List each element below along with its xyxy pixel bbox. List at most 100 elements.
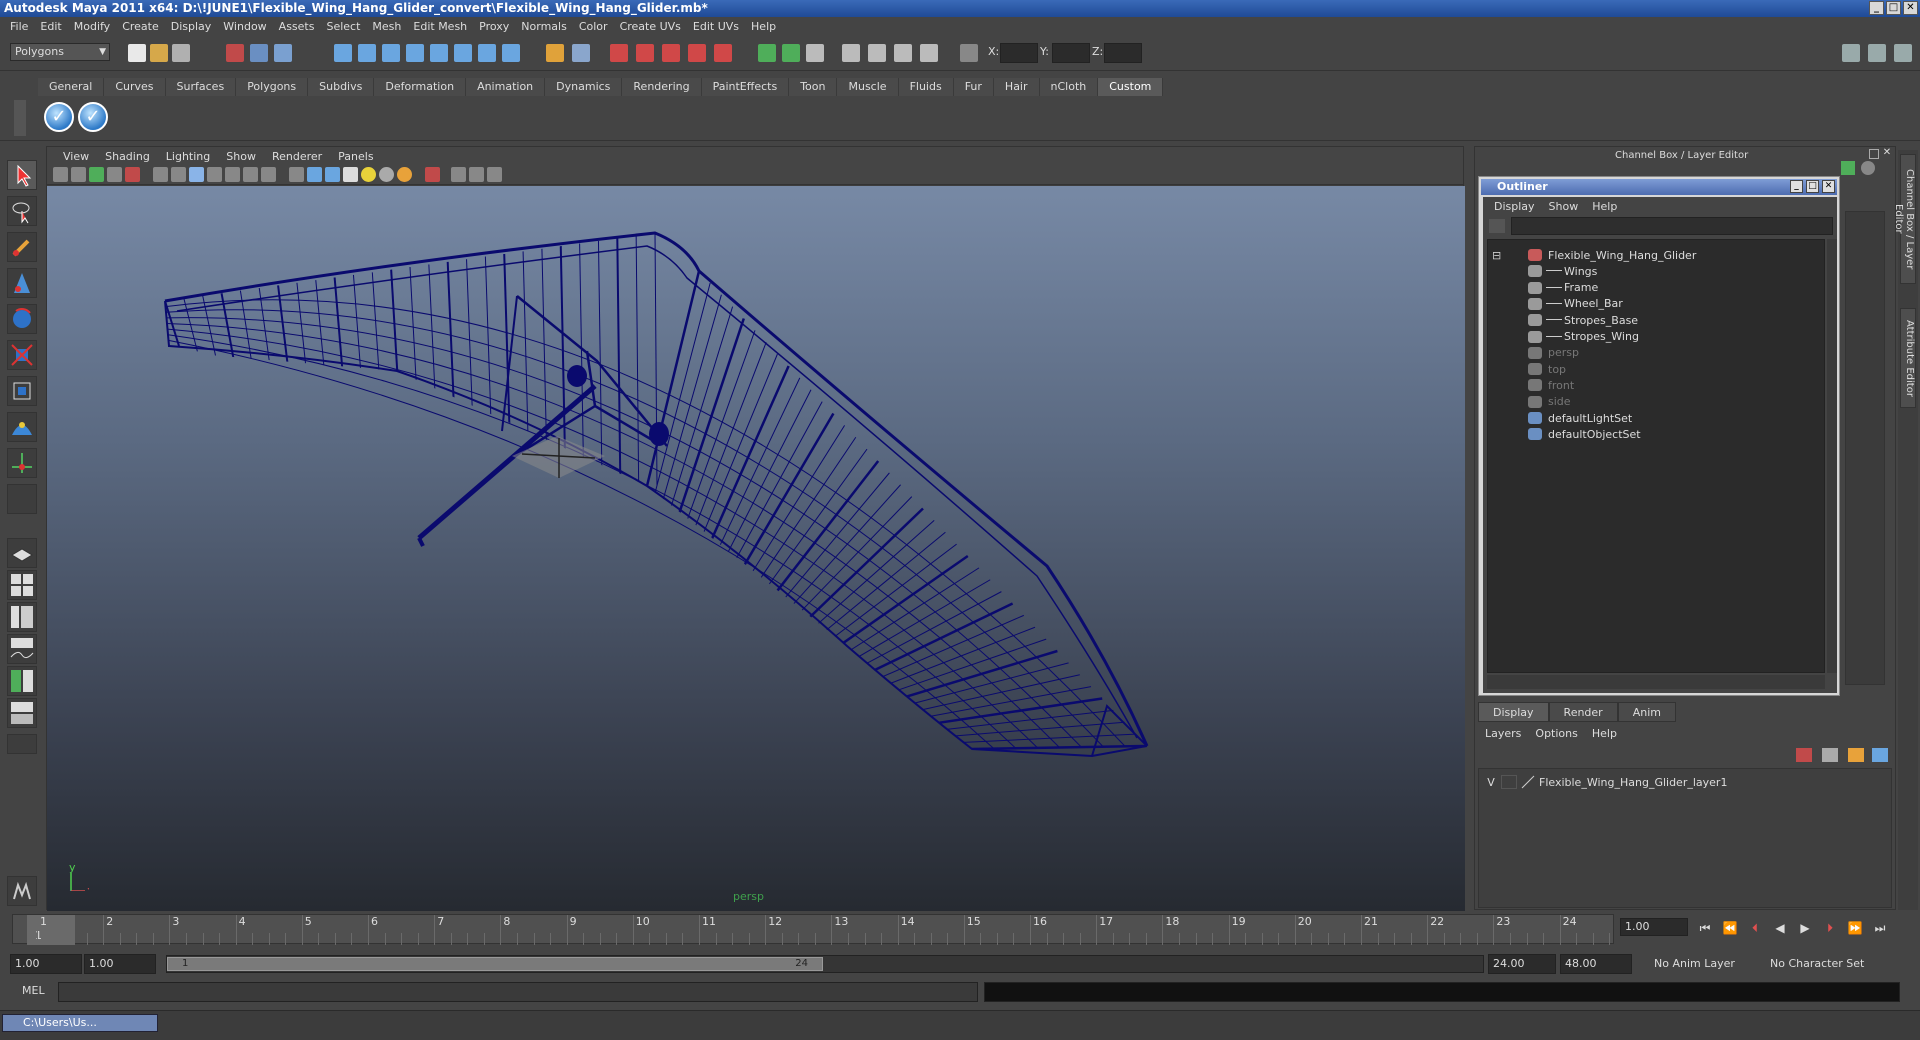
select-tool-icon[interactable] bbox=[7, 160, 37, 190]
outliner-item[interactable]: front bbox=[1488, 376, 1824, 394]
outliner-item[interactable]: side bbox=[1488, 393, 1824, 411]
go-to-end-button[interactable]: ⏭ bbox=[1869, 918, 1891, 938]
x-field[interactable] bbox=[1000, 43, 1038, 63]
layer-menu-layers[interactable]: Layers bbox=[1478, 727, 1528, 740]
use-all-lights-icon[interactable] bbox=[361, 167, 376, 182]
image-plane-icon[interactable] bbox=[107, 167, 122, 182]
isolate-select-icon[interactable] bbox=[425, 167, 440, 182]
minimized-window-item[interactable]: C:\Users\Us... bbox=[2, 1014, 158, 1032]
film-gate-icon[interactable] bbox=[171, 167, 186, 182]
go-to-start-button[interactable]: ⏮ bbox=[1694, 918, 1716, 938]
outliner-vertical-scrollbar[interactable] bbox=[1827, 239, 1837, 673]
shelf-tab-deformation[interactable]: Deformation bbox=[374, 78, 467, 96]
shelf-tab-ncloth[interactable]: nCloth bbox=[1039, 78, 1099, 96]
relationship-editor-icon[interactable] bbox=[894, 44, 912, 62]
command-input[interactable] bbox=[58, 982, 978, 1002]
shelf-tab-curves[interactable]: Curves bbox=[104, 78, 166, 96]
outliner-item[interactable]: Wings bbox=[1488, 262, 1824, 280]
menu-proxy[interactable]: Proxy bbox=[473, 20, 515, 33]
new-layer-icon[interactable] bbox=[1822, 748, 1838, 762]
show-manipulator-tool-icon[interactable] bbox=[7, 448, 37, 478]
gate-mask-icon[interactable] bbox=[207, 167, 222, 182]
shelf-tab-fluids[interactable]: Fluids bbox=[898, 78, 954, 96]
end-time-field[interactable]: 48.00 bbox=[1560, 954, 1632, 974]
outliner-item[interactable]: top bbox=[1488, 360, 1824, 378]
viewport-menu-view[interactable]: View bbox=[55, 150, 97, 163]
last-tool-used-icon[interactable] bbox=[7, 484, 37, 514]
perspective-viewport[interactable]: y x z persp bbox=[47, 186, 1465, 911]
two-d-pan-zoom-icon[interactable] bbox=[125, 167, 140, 182]
render-current-frame-icon[interactable] bbox=[636, 44, 654, 62]
close-button[interactable]: ✕ bbox=[1903, 1, 1918, 15]
shelf-tab-animation[interactable]: Animation bbox=[466, 78, 546, 96]
outliner-item[interactable]: Stropes_Base bbox=[1488, 311, 1824, 329]
minimize-button[interactable]: _ bbox=[1790, 180, 1803, 193]
safe-action-icon[interactable] bbox=[243, 167, 258, 182]
playback-start-field[interactable]: 1.00 bbox=[84, 954, 156, 974]
menu-edit-mesh[interactable]: Edit Mesh bbox=[407, 20, 473, 33]
outliner-item[interactable]: ⊟ Flexible_Wing_Hang_Glider bbox=[1488, 246, 1824, 264]
menu-display[interactable]: Display bbox=[165, 20, 218, 33]
persp-outliner-layout-icon[interactable] bbox=[7, 602, 37, 632]
outliner-horizontal-scrollbar[interactable] bbox=[1487, 675, 1825, 689]
step-forward-key-button[interactable]: ⏩ bbox=[1844, 918, 1866, 938]
safe-title-icon[interactable] bbox=[261, 167, 276, 182]
step-back-key-button[interactable]: ⏪ bbox=[1719, 918, 1741, 938]
layer-menu-options[interactable]: Options bbox=[1528, 727, 1584, 740]
layer-type-toggle[interactable] bbox=[1501, 775, 1517, 789]
shelf-tab-polygons[interactable]: Polygons bbox=[236, 78, 309, 96]
menu-mesh[interactable]: Mesh bbox=[366, 20, 407, 33]
viewport-menu-show[interactable]: Show bbox=[218, 150, 264, 163]
range-slider[interactable]: 1 24 bbox=[166, 955, 1484, 973]
create-layer-icon[interactable] bbox=[1796, 748, 1812, 762]
shelf-tab-fur[interactable]: Fur bbox=[953, 78, 994, 96]
tool-settings-toggle-icon[interactable] bbox=[1868, 44, 1886, 62]
maximize-button[interactable]: □ bbox=[1886, 1, 1901, 15]
collapse-toggle-icon[interactable]: ⊟ bbox=[1492, 249, 1501, 262]
snap-point-icon[interactable] bbox=[382, 44, 400, 62]
render-settings-icon[interactable] bbox=[688, 44, 706, 62]
rotate-tool-icon[interactable] bbox=[7, 304, 37, 334]
snap-surface-icon[interactable] bbox=[478, 44, 496, 62]
channel-box-icon[interactable] bbox=[1861, 161, 1875, 175]
xray-icon[interactable] bbox=[451, 167, 466, 182]
shelf-tab-dynamics[interactable]: Dynamics bbox=[545, 78, 623, 96]
outliner-item[interactable]: defaultLightSet bbox=[1488, 409, 1824, 427]
shelf-tab-subdivs[interactable]: Subdivs bbox=[308, 78, 375, 96]
shelf-tab-surfaces[interactable]: Surfaces bbox=[165, 78, 237, 96]
layer-color-swatch[interactable] bbox=[1521, 775, 1537, 789]
ipr-render-icon[interactable] bbox=[662, 44, 680, 62]
current-frame-field[interactable]: 1.00 bbox=[1620, 918, 1688, 936]
shelf-tab-custom[interactable]: Custom bbox=[1098, 78, 1164, 96]
bookmark-icon[interactable] bbox=[89, 167, 104, 182]
select-hierarchy-icon[interactable] bbox=[226, 44, 244, 62]
y-field[interactable] bbox=[1052, 43, 1090, 63]
outliner-item[interactable]: defaultObjectSet bbox=[1488, 425, 1824, 443]
wireframe-icon[interactable] bbox=[289, 167, 304, 182]
open-scene-icon[interactable] bbox=[150, 44, 168, 62]
select-object-icon[interactable] bbox=[250, 44, 268, 62]
outliner-title-bar[interactable]: Outliner _ □ ✕ bbox=[1481, 179, 1837, 195]
menu-assets[interactable]: Assets bbox=[273, 20, 321, 33]
outliner-item[interactable]: Stropes_Wing bbox=[1488, 328, 1824, 346]
channel-keys-icon[interactable] bbox=[1841, 161, 1855, 175]
layer-row[interactable]: V Flexible_Wing_Hang_Glider_layer1 bbox=[1483, 773, 1883, 791]
outliner-item[interactable]: Wheel_Bar bbox=[1488, 295, 1824, 313]
camera-attributes-icon[interactable] bbox=[71, 167, 86, 182]
character-set-select[interactable]: No Character Set bbox=[1766, 954, 1882, 974]
attribute-editor-toggle-icon[interactable] bbox=[1842, 44, 1860, 62]
layer-visibility-toggle[interactable]: V bbox=[1483, 776, 1499, 789]
single-perspective-view-icon[interactable] bbox=[7, 538, 37, 568]
input-ops-icon[interactable] bbox=[758, 44, 776, 62]
checkmark-shelf-button[interactable]: ✓ bbox=[44, 102, 74, 132]
play-backwards-button[interactable]: ◀ bbox=[1769, 918, 1791, 938]
default-light-icon[interactable] bbox=[397, 167, 412, 182]
save-scene-icon[interactable] bbox=[172, 44, 190, 62]
step-forward-frame-button[interactable]: ⏵ bbox=[1819, 918, 1841, 938]
snap-grid-icon[interactable] bbox=[334, 44, 352, 62]
close-button[interactable]: ✕ bbox=[1822, 180, 1835, 193]
make-live-icon[interactable] bbox=[430, 44, 448, 62]
construction-history-icon[interactable] bbox=[454, 44, 472, 62]
universal-manipulator-icon[interactable] bbox=[7, 376, 37, 406]
maximize-button[interactable]: □ bbox=[1806, 180, 1819, 193]
